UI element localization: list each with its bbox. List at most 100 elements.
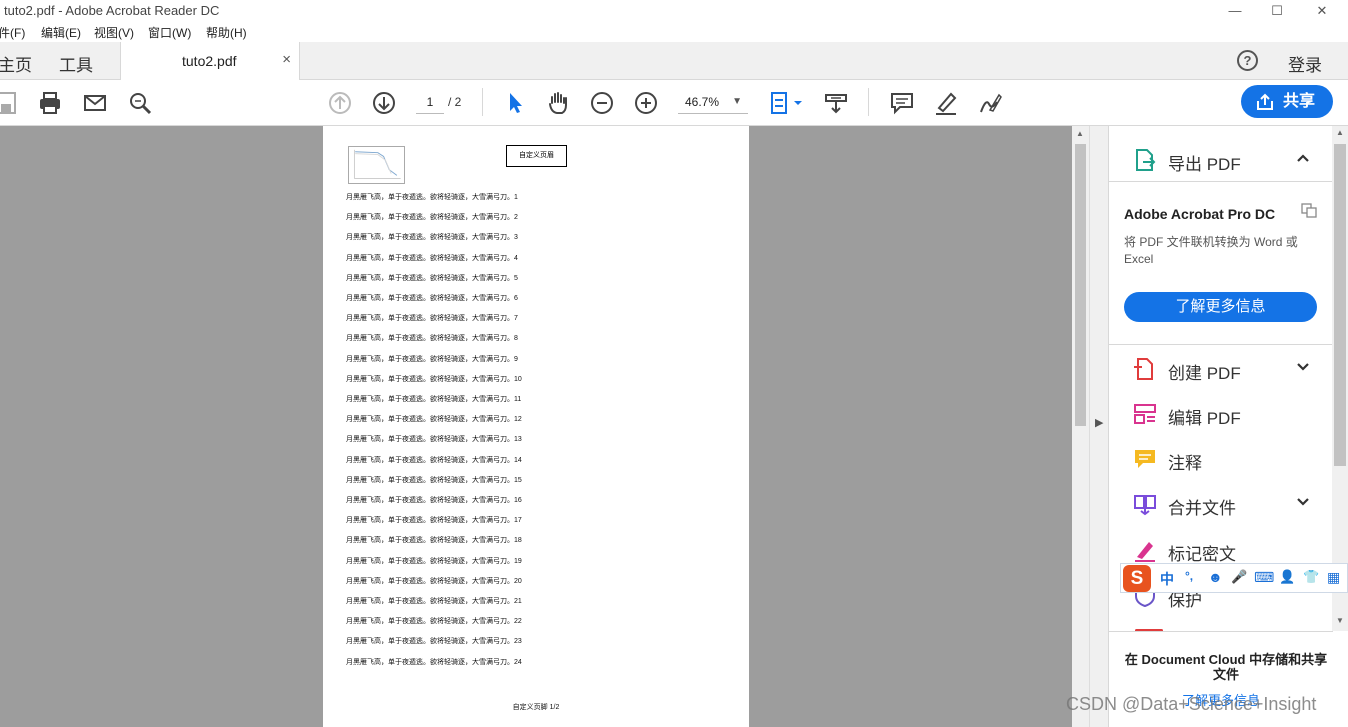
hand-tool-icon[interactable] (545, 90, 571, 116)
poem-line-text: 月黑雁飞高，单于夜遁逃。欲将轻骑逐，大雪满弓刀。 (346, 375, 514, 383)
right-pane-toggle[interactable]: ▶ (1089, 126, 1108, 727)
chevron-down-icon[interactable] (1295, 359, 1311, 375)
zoom-level-select[interactable]: 46.7% ▼ (678, 92, 748, 114)
ime-language-toggle[interactable]: 中 (1160, 569, 1174, 589)
tools-pane-scrollbar-thumb[interactable] (1334, 144, 1346, 466)
toolbar-divider (868, 88, 869, 116)
divider (1109, 631, 1333, 632)
toolbar: 1 / 2 46.7% ▼ 共享 (0, 80, 1348, 126)
redact-label: 标记密文 (1168, 545, 1236, 564)
embedded-chart-image (348, 146, 405, 184)
poem-line-number: 19 (514, 557, 522, 565)
fit-page-icon[interactable] (768, 90, 804, 116)
emoji-icon[interactable]: ☻ (1208, 569, 1223, 585)
previous-page-icon[interactable] (327, 90, 353, 116)
login-button[interactable]: 登录 (1288, 51, 1322, 76)
menu-help[interactable]: 帮助(H) (206, 24, 247, 41)
tools-pane-scrollbar[interactable]: ▲ ▼ (1332, 126, 1348, 631)
skin-icon[interactable]: 👕 (1303, 569, 1319, 585)
poem-line-text: 月黑雁飞高，单于夜遁逃。欲将轻骑逐，大雪满弓刀。 (346, 355, 514, 363)
zoom-in-icon[interactable] (633, 90, 659, 116)
scroll-up-icon[interactable]: ▲ (1336, 128, 1344, 137)
menu-window[interactable]: 窗口(W) (148, 24, 191, 41)
document-tab-label: tuto2.pdf (182, 53, 237, 69)
window-title: tuto2.pdf - Adobe Acrobat Reader DC (4, 3, 220, 18)
poem-line-number: 11 (514, 396, 522, 403)
edit-pdf-label: 编辑 PDF (1168, 409, 1241, 428)
close-tab-icon[interactable]: × (282, 51, 291, 68)
sogou-logo-icon[interactable]: S (1123, 565, 1151, 592)
menu-view[interactable]: 视图(V) (94, 24, 134, 41)
help-icon: ? (1243, 53, 1252, 68)
select-cursor-icon[interactable] (502, 90, 528, 116)
microphone-icon[interactable]: 🎤 (1231, 569, 1247, 585)
close-window-button[interactable]: ✕ (1299, 0, 1345, 22)
poem-line-number: 9 (514, 355, 518, 363)
maximize-button[interactable]: ☐ (1254, 0, 1300, 22)
title-bar: tuto2.pdf - Adobe Acrobat Reader DC — ☐ … (0, 0, 1348, 22)
tab-tools[interactable]: 工具 (59, 51, 93, 76)
poem-line-text: 月黑雁飞高，单于夜遁逃。欲将轻骑逐，大雪满弓刀。 (346, 638, 514, 646)
tab-document[interactable]: tuto2.pdf × (120, 42, 300, 81)
poem-line-number: 20 (514, 577, 522, 585)
ime-toolbar: S 中 °, ☻ 🎤 ⌨ 👤 👕 ▦ (1120, 563, 1348, 593)
email-icon[interactable] (82, 90, 108, 116)
search-icon[interactable] (127, 90, 153, 116)
poem-line: 月黑雁飞高，单于夜遁逃。欲将轻骑逐，大雪满弓刀。8 (346, 333, 518, 343)
tool-create-pdf[interactable]: 创建 PDF (1109, 349, 1333, 389)
document-viewer[interactable]: 自定义页眉 月黑雁飞高，单于夜遁逃。欲将轻骑逐，大雪满弓刀。1 月黑雁飞高，单于夜… (0, 126, 1072, 727)
menu-file[interactable]: 件(F) (0, 24, 25, 41)
tab-bar: 主页 工具 tuto2.pdf × ? 登录 (0, 42, 1348, 81)
learn-more-button[interactable]: 了解更多信息 (1124, 292, 1317, 322)
highlight-pen-icon[interactable] (933, 90, 959, 116)
share-icon (1257, 93, 1273, 110)
poem-line-number: 13 (514, 436, 522, 444)
chevron-up-icon[interactable] (1295, 150, 1311, 166)
poem-line-number: 3 (514, 234, 518, 242)
poem-line: 月黑雁飞高，单于夜遁逃。欲将轻骑逐，大雪满弓刀。9 (346, 354, 518, 364)
zoom-out-icon[interactable] (589, 90, 615, 116)
document-scrollbar[interactable]: ▲ (1072, 126, 1089, 727)
punctuation-icon[interactable]: °, (1185, 569, 1193, 583)
document-scrollbar-thumb[interactable] (1075, 144, 1086, 426)
next-page-icon[interactable] (371, 90, 397, 116)
chevron-down-icon[interactable] (1295, 494, 1311, 510)
tool-comment[interactable]: 注释 (1109, 439, 1333, 479)
zoom-level-value: 46.7% (685, 95, 720, 109)
poem-line-number: 6 (514, 295, 518, 302)
keyboard-icon[interactable]: ⌨ (1254, 569, 1274, 586)
comment-icon[interactable] (889, 90, 915, 116)
poem-line-text: 月黑雁飞高，单于夜遁逃。欲将轻骑逐，大雪满弓刀。 (346, 658, 514, 666)
scroll-up-icon[interactable]: ▲ (1076, 129, 1084, 138)
poem-line-text: 月黑雁飞高，单于夜遁逃。欲将轻骑逐，大雪满弓刀。 (346, 416, 514, 424)
print-icon[interactable] (37, 90, 63, 116)
poem-line: 月黑雁飞高，单于夜遁逃。欲将轻骑逐，大雪满弓刀。1 (346, 192, 518, 202)
menu-edit[interactable]: 编辑(E) (41, 24, 81, 41)
poem-line-text: 月黑雁飞高，单于夜遁逃。欲将轻骑逐，大雪满弓刀。 (346, 194, 514, 201)
poem-line: 月黑雁飞高，单于夜遁逃。欲将轻骑逐，大雪满弓刀。24 (346, 657, 522, 667)
scrolling-mode-icon[interactable] (823, 90, 849, 116)
save-icon[interactable] (0, 90, 20, 116)
sign-icon[interactable] (977, 90, 1003, 116)
help-button[interactable]: ? (1237, 50, 1258, 71)
toolbox-icon[interactable]: ▦ (1327, 569, 1340, 586)
poem-line-text: 月黑雁飞高，单于夜遁逃。欲将轻骑逐，大雪满弓刀。 (346, 618, 514, 626)
share-button[interactable]: 共享 (1241, 85, 1333, 118)
minimize-button[interactable]: — (1212, 0, 1258, 22)
user-icon[interactable]: 👤 (1279, 569, 1295, 585)
tool-combine-files[interactable]: 合并文件 (1109, 484, 1333, 524)
tool-export-pdf[interactable]: 导出 PDF (1109, 140, 1333, 180)
scroll-down-icon[interactable]: ▼ (1336, 616, 1344, 625)
page-number-input[interactable]: 1 (416, 92, 444, 114)
poem-line: 月黑雁飞高，单于夜遁逃。欲将轻骑逐，大雪满弓刀。19 (346, 556, 522, 566)
poem-line-number: 4 (514, 254, 518, 262)
poem-line-number: 12 (514, 416, 522, 424)
tab-home[interactable]: 主页 (0, 51, 32, 76)
tool-edit-pdf[interactable]: 编辑 PDF (1109, 394, 1333, 434)
create-pdf-icon (1134, 358, 1153, 380)
poem-line-text: 月黑雁飞高，单于夜遁逃。欲将轻骑逐，大雪满弓刀。 (346, 476, 514, 484)
page-footer: 自定义页脚 1/2 (512, 704, 560, 711)
promo-description: 将 PDF 文件联机转换为 Word 或 Excel (1124, 235, 1298, 266)
poem-line-text: 月黑雁飞高，单于夜遁逃。欲将轻骑逐，大雪满弓刀。 (346, 396, 514, 403)
poem-line-number: 24 (514, 658, 522, 666)
